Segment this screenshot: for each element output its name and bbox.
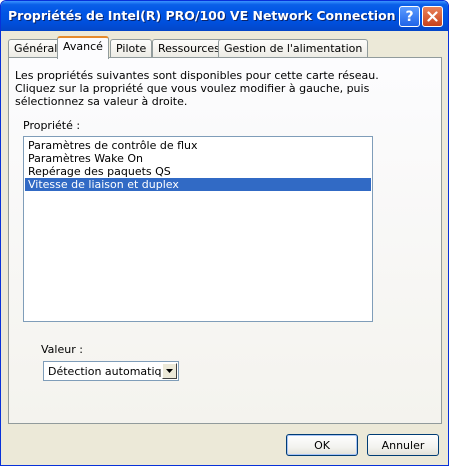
close-button[interactable] [422, 6, 443, 27]
property-listbox[interactable]: Paramètres de contrôle de flux Paramètre… [23, 136, 373, 322]
property-item-wake-on[interactable]: Paramètres Wake On [25, 152, 371, 165]
tab-avance[interactable]: Avancé [57, 36, 109, 59]
property-item-flow-control[interactable]: Paramètres de contrôle de flux [25, 139, 371, 152]
close-icon [427, 11, 438, 22]
tab-pilote[interactable]: Pilote [110, 39, 153, 58]
tab-ressources[interactable]: Ressources [152, 39, 226, 58]
title-bar[interactable]: Propriétés de Intel(R) PRO/100 VE Networ… [1, 1, 448, 31]
ok-button[interactable]: OK [286, 434, 358, 456]
dropdown-button[interactable] [162, 363, 177, 379]
help-button[interactable]: ? [399, 6, 420, 27]
property-item-link-speed-duplex[interactable]: Vitesse de liaison et duplex [25, 178, 371, 191]
tab-gestion-alimentation[interactable]: Gestion de l'alimentation [218, 39, 369, 58]
window-title: Propriétés de Intel(R) PRO/100 VE Networ… [8, 8, 396, 23]
help-icon: ? [405, 8, 414, 25]
property-item-qos-tagging[interactable]: Repérage des paquets QS [25, 165, 371, 178]
properties-dialog: Propriétés de Intel(R) PRO/100 VE Networ… [0, 0, 449, 466]
property-label: Propriété : [23, 119, 81, 132]
chevron-down-icon [166, 369, 173, 373]
value-select-text: Détection automatique [48, 365, 176, 378]
description-text: Les propriétés suivantes sont disponible… [15, 69, 379, 108]
tab-general[interactable]: Général [8, 39, 64, 58]
value-select[interactable]: Détection automatique [43, 361, 179, 381]
value-label: Valeur : [41, 343, 83, 356]
cancel-button[interactable]: Annuler [367, 434, 439, 456]
